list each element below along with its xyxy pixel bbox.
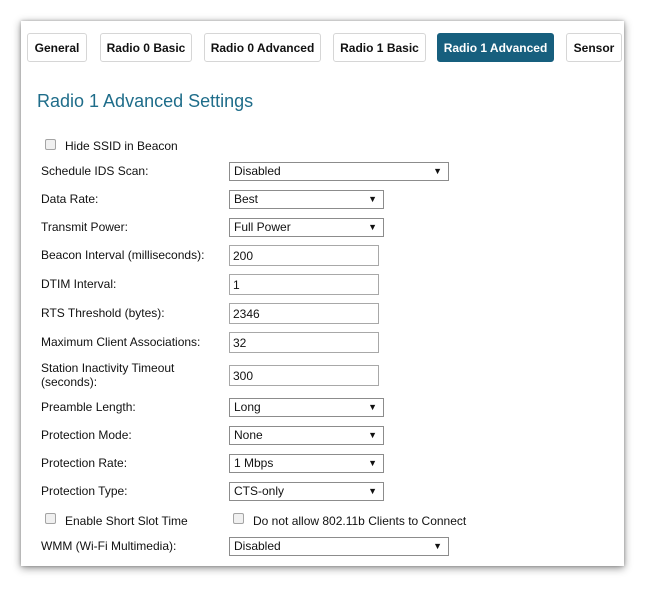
dropdown-arrow-icon: ▼ <box>368 402 377 412</box>
dropdown-arrow-icon: ▼ <box>368 486 377 496</box>
data-rate-select[interactable]: Best ▼ <box>229 190 384 209</box>
schedule-ids-scan-label: Schedule IDS Scan: <box>41 164 149 178</box>
dtim-interval-input[interactable] <box>229 274 379 295</box>
preamble-length-value: Long <box>234 400 261 414</box>
schedule-ids-scan-value: Disabled <box>234 164 281 178</box>
wmm-select[interactable]: Disabled ▼ <box>229 537 449 556</box>
hide-ssid-checkbox[interactable] <box>45 139 56 150</box>
protection-type-select[interactable]: CTS-only ▼ <box>229 482 384 501</box>
preamble-length-select[interactable]: Long ▼ <box>229 398 384 417</box>
preamble-length-label: Preamble Length: <box>41 400 136 414</box>
protection-rate-value: 1 Mbps <box>234 456 274 470</box>
data-rate-value: Best <box>234 192 259 206</box>
transmit-power-select[interactable]: Full Power ▼ <box>229 218 384 237</box>
dropdown-arrow-icon: ▼ <box>368 430 377 440</box>
inactivity-timeout-label-line2: (seconds): <box>41 375 98 389</box>
wmm-value: Disabled <box>234 539 281 553</box>
protection-rate-select[interactable]: 1 Mbps ▼ <box>229 454 384 473</box>
tab-general[interactable]: General <box>27 33 87 62</box>
rts-threshold-input[interactable] <box>229 303 379 324</box>
tab-radio-1-advanced[interactable]: Radio 1 Advanced <box>437 33 554 62</box>
tab-bar: General Radio 0 Basic Radio 0 Advanced R… <box>21 21 624 69</box>
rts-threshold-label: RTS Threshold (bytes): <box>41 306 165 320</box>
no-80211b-label: Do not allow 802.11b Clients to Connect <box>253 514 467 528</box>
max-client-associations-label: Maximum Client Associations: <box>41 335 201 349</box>
inactivity-timeout-label-line1: Station Inactivity Timeout <box>41 361 175 375</box>
dropdown-arrow-icon: ▼ <box>368 222 377 232</box>
transmit-power-label: Transmit Power: <box>41 220 128 234</box>
page-title: Radio 1 Advanced Settings <box>37 91 254 111</box>
dtim-interval-label: DTIM Interval: <box>41 277 117 291</box>
dropdown-arrow-icon: ▼ <box>368 194 377 204</box>
beacon-interval-input[interactable] <box>229 245 379 266</box>
tab-radio-0-advanced[interactable]: Radio 0 Advanced <box>204 33 321 62</box>
tab-radio-1-basic[interactable]: Radio 1 Basic <box>333 33 426 62</box>
protection-mode-value: None <box>234 428 263 442</box>
inactivity-timeout-input[interactable] <box>229 365 379 386</box>
hide-ssid-label: Hide SSID in Beacon <box>65 139 178 153</box>
dropdown-arrow-icon: ▼ <box>433 166 442 176</box>
short-slot-time-checkbox[interactable] <box>45 513 56 524</box>
data-rate-label: Data Rate: <box>41 192 99 206</box>
settings-panel: General Radio 0 Basic Radio 0 Advanced R… <box>21 21 624 566</box>
max-client-associations-input[interactable] <box>229 332 379 353</box>
dropdown-arrow-icon: ▼ <box>433 541 442 551</box>
protection-rate-label: Protection Rate: <box>41 456 128 470</box>
protection-mode-select[interactable]: None ▼ <box>229 426 384 445</box>
wmm-label: WMM (Wi-Fi Multimedia): <box>41 539 177 553</box>
protection-type-value: CTS-only <box>234 484 285 498</box>
short-slot-time-label: Enable Short Slot Time <box>65 514 188 528</box>
transmit-power-value: Full Power <box>234 220 291 234</box>
protection-mode-label: Protection Mode: <box>41 428 132 442</box>
protection-type-label: Protection Type: <box>41 484 128 498</box>
no-80211b-checkbox[interactable] <box>233 513 244 524</box>
tab-sensor[interactable]: Sensor <box>566 33 622 62</box>
beacon-interval-label: Beacon Interval (milliseconds): <box>41 248 205 262</box>
tab-radio-0-basic[interactable]: Radio 0 Basic <box>100 33 192 62</box>
dropdown-arrow-icon: ▼ <box>368 458 377 468</box>
schedule-ids-scan-select[interactable]: Disabled ▼ <box>229 162 449 181</box>
